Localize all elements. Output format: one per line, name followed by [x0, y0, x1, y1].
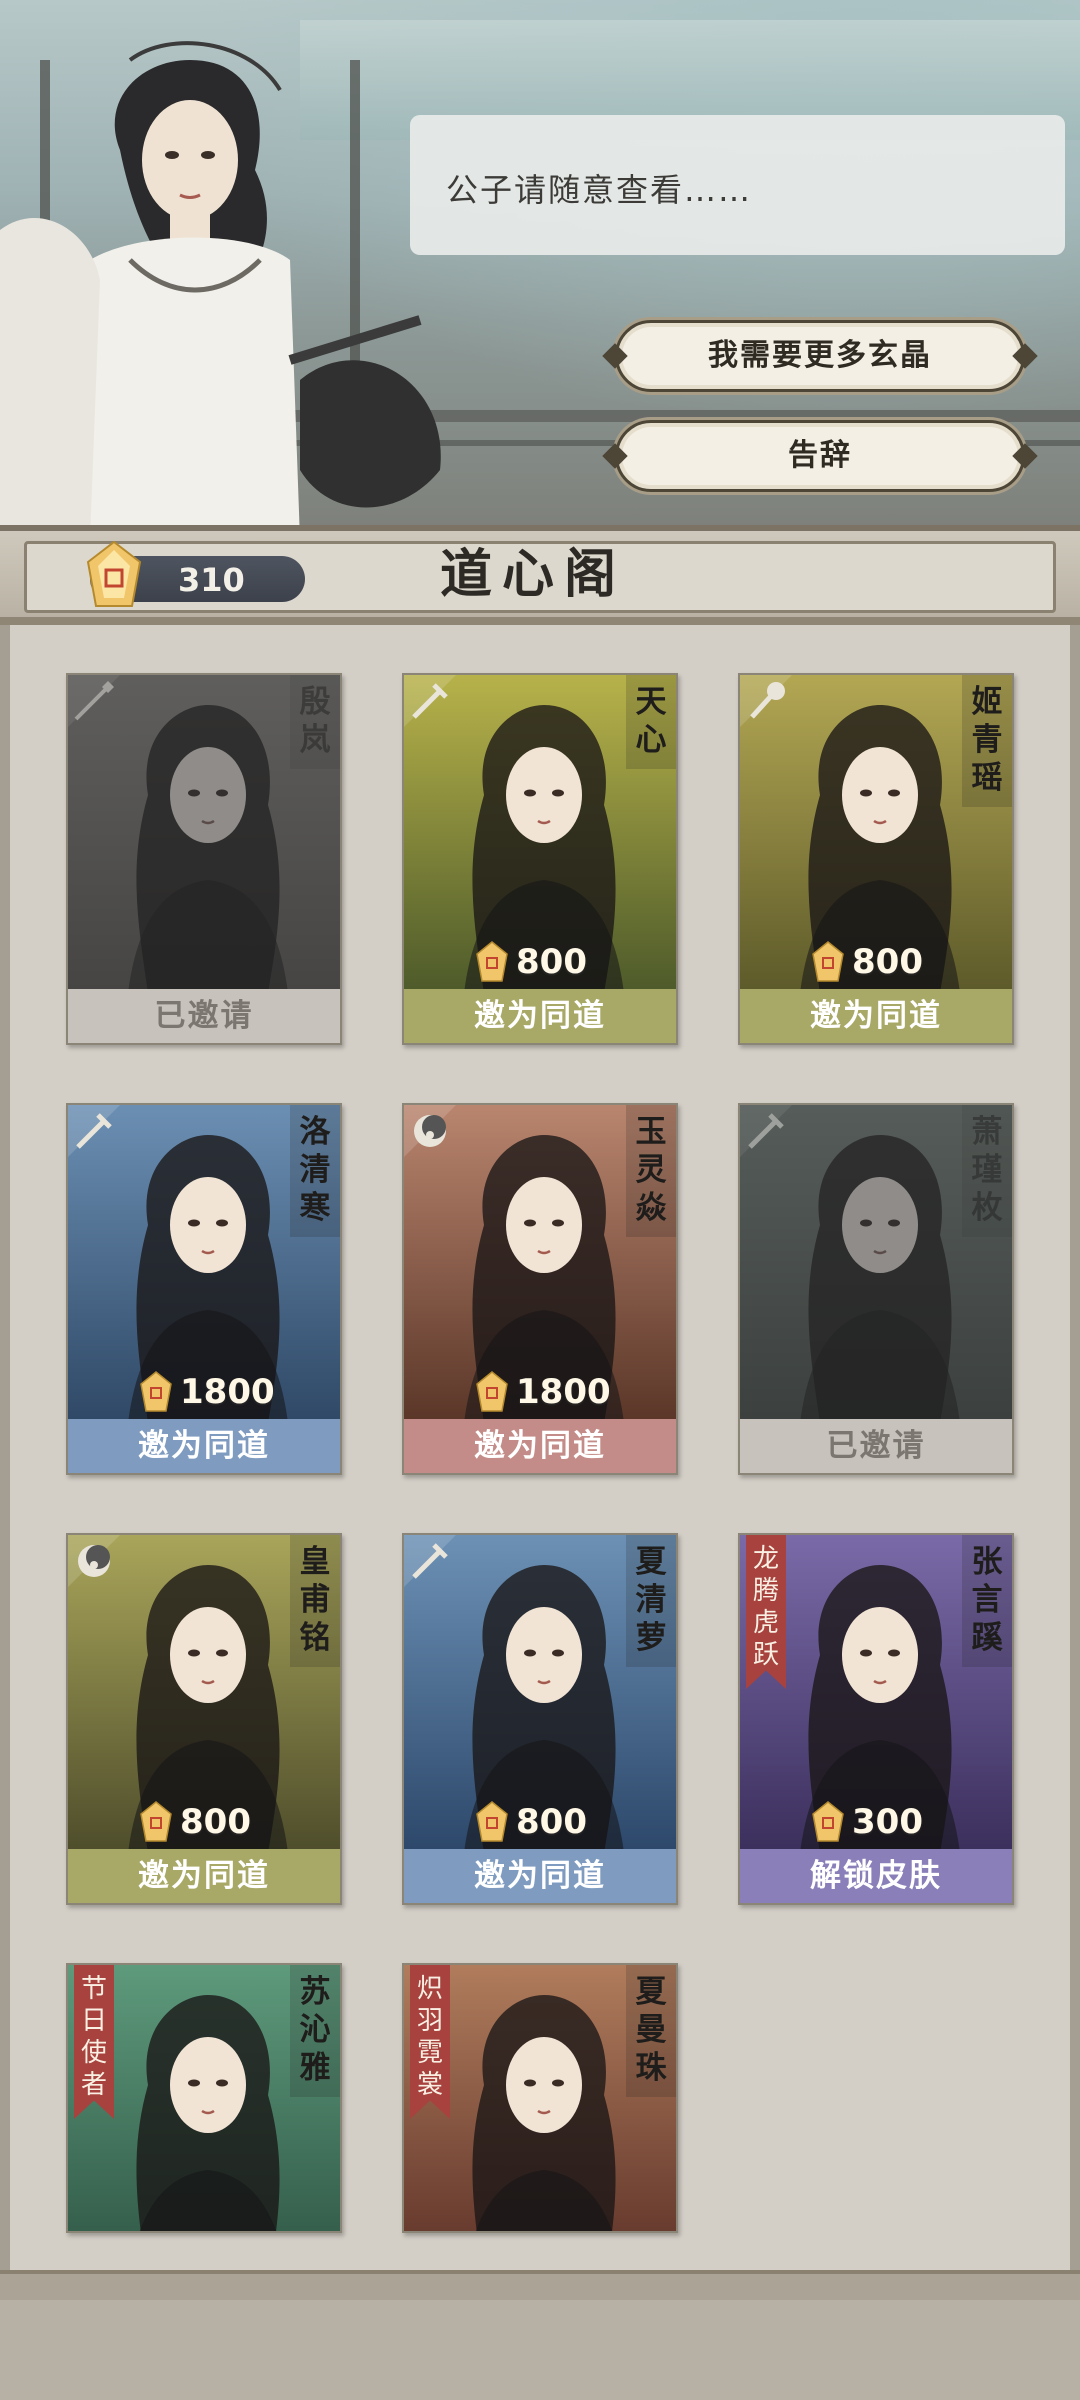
- character-card[interactable]: 夏 清 萝 800 邀为同道: [402, 1533, 678, 1905]
- dialog-box: 公子请随意查看……: [410, 115, 1065, 255]
- character-card[interactable]: 萧 瑾 枚已邀请: [738, 1103, 1014, 1475]
- character-card[interactable]: 玉 灵 焱 1800 邀为同道: [402, 1103, 678, 1475]
- crystal-icon: [476, 941, 508, 983]
- character-card[interactable]: 节 日 使 者苏 沁 雅: [66, 1963, 342, 2233]
- price-label: 800: [516, 942, 587, 982]
- event-tag: 龙 腾 虎 跃: [746, 1535, 786, 1689]
- price-label: 800: [180, 1802, 251, 1842]
- character-card[interactable]: 天 心 800 邀为同道: [402, 673, 678, 1045]
- bottom-zone: [0, 2300, 1080, 2400]
- currency-value: 310: [178, 561, 245, 599]
- shop-title: 道心阁: [440, 544, 627, 605]
- character-name: 皇 甫 铭: [290, 1535, 340, 1667]
- invite-button[interactable]: 邀为同道: [740, 989, 1012, 1043]
- leave-button[interactable]: 告辞: [615, 420, 1025, 492]
- sword-icon: [68, 1105, 120, 1157]
- character-card[interactable]: 洛 清 寒 1800 邀为同道: [66, 1103, 342, 1475]
- character-name: 洛 清 寒: [290, 1105, 340, 1237]
- crystal-icon: [140, 1801, 172, 1843]
- crystal-icon: [812, 1801, 844, 1843]
- character-card[interactable]: 殷 岚已邀请: [66, 673, 342, 1045]
- sword-icon: [404, 1535, 456, 1587]
- character-card[interactable]: 姬 青 瑶 800 邀为同道: [738, 673, 1014, 1045]
- character-name: 天 心: [626, 675, 676, 769]
- invite-button[interactable]: 邀为同道: [404, 1849, 676, 1903]
- hammer-icon: [740, 675, 792, 727]
- invited-status: 已邀请: [68, 989, 340, 1043]
- price-label: 300: [852, 1802, 923, 1842]
- character-name: 苏 沁 雅: [290, 1965, 340, 2097]
- invite-button[interactable]: 邀为同道: [404, 989, 676, 1043]
- scene-background: 公子请随意查看…… 我需要更多玄晶 告辞: [0, 0, 1080, 540]
- crystal-icon: [476, 1371, 508, 1413]
- buy-crystals-button[interactable]: 我需要更多玄晶: [615, 320, 1025, 392]
- event-tag: 炽 羽 霓 裳: [410, 1965, 450, 2119]
- footer-bar: [0, 2270, 1080, 2300]
- price-label: 800: [852, 942, 923, 982]
- character-card[interactable]: 龙 腾 虎 跃 张 言 蹊 300 解锁皮肤: [738, 1533, 1014, 1905]
- moon-icon: [68, 1535, 120, 1587]
- dialog-text: 公子请随意查看……: [446, 171, 753, 209]
- sword-icon: [404, 675, 456, 727]
- moon-icon: [404, 1105, 456, 1157]
- spear-icon: [68, 675, 120, 727]
- character-name: 夏 曼 珠: [626, 1965, 676, 2097]
- character-name: 殷 岚: [290, 675, 340, 769]
- sword-icon: [740, 1105, 792, 1157]
- price-label: 1800: [516, 1372, 611, 1412]
- character-name: 张 言 蹊: [962, 1535, 1012, 1667]
- invited-status: 已邀请: [740, 1419, 1012, 1473]
- character-card[interactable]: 皇 甫 铭 800 邀为同道: [66, 1533, 342, 1905]
- crystal-icon: [476, 1801, 508, 1843]
- invite-button[interactable]: 邀为同道: [68, 1849, 340, 1903]
- price-label: 1800: [180, 1372, 275, 1412]
- crystal-icon: [86, 540, 142, 607]
- character-name: 夏 清 萝: [626, 1535, 676, 1667]
- character-name: 姬 青 瑶: [962, 675, 1012, 807]
- character-name: 萧 瑾 枚: [962, 1105, 1012, 1237]
- invite-button[interactable]: 邀为同道: [68, 1419, 340, 1473]
- unlock-skin-button[interactable]: 解锁皮肤: [740, 1849, 1012, 1903]
- event-tag: 节 日 使 者: [74, 1965, 114, 2119]
- crystal-icon: [140, 1371, 172, 1413]
- crystal-icon: [812, 941, 844, 983]
- invite-button[interactable]: 邀为同道: [404, 1419, 676, 1473]
- character-card[interactable]: 炽 羽 霓 裳夏 曼 珠: [402, 1963, 678, 2233]
- character-name: 玉 灵 焱: [626, 1105, 676, 1237]
- shopkeeper-portrait: [0, 41, 441, 540]
- price-label: 800: [516, 1802, 587, 1842]
